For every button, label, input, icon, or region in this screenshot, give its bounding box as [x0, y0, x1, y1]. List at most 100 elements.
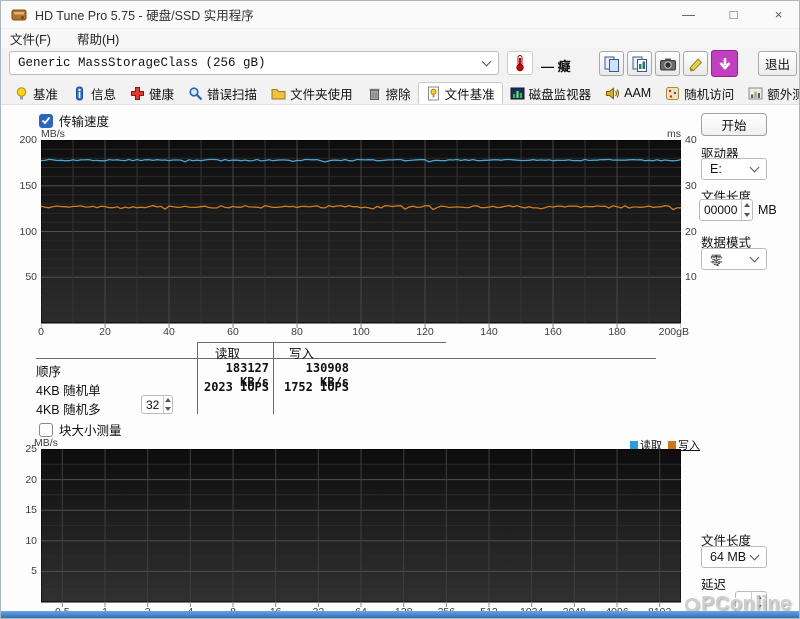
- checkbox-unchecked-icon: [39, 423, 53, 437]
- checkbox-checked-icon: [39, 114, 53, 128]
- window-bottom-edge: [1, 611, 800, 618]
- axis-tick-label: MB/s: [34, 437, 58, 449]
- checkbox-label: 传输速度: [59, 111, 109, 130]
- spinner-arrows[interactable]: [741, 200, 752, 220]
- tab-label: 错误扫描: [207, 84, 257, 103]
- checkbox-label: 块大小测量: [59, 420, 122, 439]
- axis-tick-label: 200gB: [645, 326, 689, 338]
- extra-tests-icon: [748, 86, 763, 101]
- tab-label: 擦除: [386, 84, 411, 103]
- row-label-4kb-single: 4KB 随机单: [36, 380, 101, 399]
- tab-label: AAM: [624, 86, 651, 100]
- trash-icon: [367, 86, 382, 101]
- tab-info[interactable]: 信息: [65, 82, 123, 104]
- random-access-icon: [665, 86, 680, 101]
- tab-label: 文件夹使用: [290, 84, 353, 103]
- axis-tick-label: 150: [11, 180, 37, 192]
- read-column-header: 读取: [215, 343, 240, 362]
- axis-tick-label: 50: [11, 271, 37, 283]
- screenshot-button[interactable]: [655, 51, 680, 76]
- axis-tick-label: 5: [11, 565, 37, 577]
- tab-random-access[interactable]: 随机访问: [658, 82, 741, 104]
- lightbulb-icon: [14, 86, 29, 101]
- drive-combo[interactable]: E:: [701, 158, 767, 180]
- axis-tick-label: 0: [38, 326, 44, 338]
- spinner-arrows[interactable]: [163, 396, 172, 413]
- axis-tick-label: 200: [11, 134, 37, 146]
- file-length-spinner[interactable]: 00000: [699, 199, 753, 221]
- tab-extra-tests[interactable]: 额外测试: [741, 82, 800, 104]
- window-title: HD Tune Pro 5.75 - 硬盘/SSD 实用程序: [35, 5, 254, 24]
- chevron-down-icon: [482, 57, 492, 67]
- info-icon: [72, 86, 87, 101]
- menu-bar: 文件(F) 帮助(H): [1, 29, 800, 48]
- temperature-indicator: [507, 51, 533, 75]
- axis-tick-label: 100: [352, 326, 370, 338]
- file-length2-combo[interactable]: 64 MB: [701, 546, 767, 568]
- maximize-button[interactable]: □: [711, 1, 756, 28]
- queue-depth-spinner[interactable]: 32: [141, 395, 173, 414]
- axis-tick-label: 20: [11, 474, 37, 486]
- tab-label: 磁盘监视器: [529, 84, 592, 103]
- health-cross-icon: [130, 86, 145, 101]
- axis-tick-label: 25: [11, 443, 37, 455]
- table-divider: [273, 342, 274, 414]
- axis-tick-label: 20: [685, 226, 697, 238]
- data-mode-combo[interactable]: 零: [701, 248, 767, 270]
- 4kb-single-write-value: 1752 IOPS: [277, 380, 349, 394]
- tab-folder-usage[interactable]: 文件夹使用: [264, 82, 360, 104]
- close-button[interactable]: ×: [756, 1, 800, 28]
- menu-file[interactable]: 文件(F): [10, 29, 51, 48]
- thermometer-icon: [512, 54, 528, 72]
- row-label-4kb-multi: 4KB 随机多: [36, 399, 101, 418]
- table-line: [36, 358, 656, 359]
- tab-disk-monitor[interactable]: 磁盘监视器: [503, 82, 599, 104]
- save-icon: [687, 55, 705, 73]
- tab-aam[interactable]: AAM: [598, 82, 658, 104]
- write-column-header: 写入: [289, 343, 314, 362]
- tab-label: 信息: [91, 84, 116, 103]
- hd-tune-window: HD Tune Pro 5.75 - 硬盘/SSD 实用程序 — □ × 文件(…: [0, 0, 800, 619]
- file-length-value: 00000: [700, 203, 741, 217]
- speaker-icon: [605, 86, 620, 101]
- disk-monitor-icon: [510, 86, 525, 101]
- save-button[interactable]: [683, 51, 708, 76]
- file-length-unit: MB: [758, 203, 777, 217]
- row-label-sequential: 顺序: [36, 361, 61, 380]
- minimize-button[interactable]: —: [666, 1, 711, 28]
- temperature-value: — 癡: [541, 56, 571, 75]
- transfer-speed-chart: [41, 140, 681, 329]
- read-legend-swatch: [630, 441, 638, 449]
- tab-label: 文件基准: [445, 84, 495, 103]
- copy-image-button[interactable]: [627, 51, 652, 76]
- exit-button[interactable]: 退出: [758, 51, 797, 76]
- tab-label: 额外测试: [767, 84, 800, 103]
- update-button[interactable]: [711, 50, 738, 77]
- window-controls: — □ ×: [666, 1, 800, 28]
- axis-tick-label: 20: [99, 326, 111, 338]
- copy-button[interactable]: [599, 51, 624, 76]
- tab-error-scan[interactable]: 错误扫描: [181, 82, 264, 104]
- axis-tick-label: 140: [480, 326, 498, 338]
- tab-file-benchmark[interactable]: 文件基准: [418, 82, 503, 104]
- tab-health[interactable]: 健康: [123, 82, 181, 104]
- title-bar: HD Tune Pro 5.75 - 硬盘/SSD 实用程序 — □ ×: [1, 1, 800, 29]
- axis-tick-label: 10: [685, 271, 697, 283]
- axis-tick-label: 10: [11, 535, 37, 547]
- camera-icon: [659, 55, 677, 73]
- chevron-down-icon: [750, 551, 760, 561]
- down-arrow-icon: [716, 55, 734, 73]
- tab-bar: 基准 信息 健康 错误扫描 文件夹使用: [1, 81, 800, 105]
- chevron-down-icon: [750, 253, 760, 263]
- drive-select-combo[interactable]: Generic MassStorageClass (256 gB): [9, 51, 499, 75]
- queue-depth-value: 32: [142, 398, 163, 412]
- tab-erase[interactable]: 擦除: [360, 82, 418, 104]
- tab-benchmark[interactable]: 基准: [7, 82, 65, 104]
- copy-image-icon: [631, 55, 649, 73]
- axis-tick-label: ms: [667, 128, 681, 140]
- write-legend-swatch: [668, 441, 676, 449]
- start-button[interactable]: 开始: [701, 113, 767, 136]
- tab-label: 健康: [149, 84, 174, 103]
- menu-help[interactable]: 帮助(H): [77, 29, 119, 48]
- tab-label: 基准: [33, 84, 58, 103]
